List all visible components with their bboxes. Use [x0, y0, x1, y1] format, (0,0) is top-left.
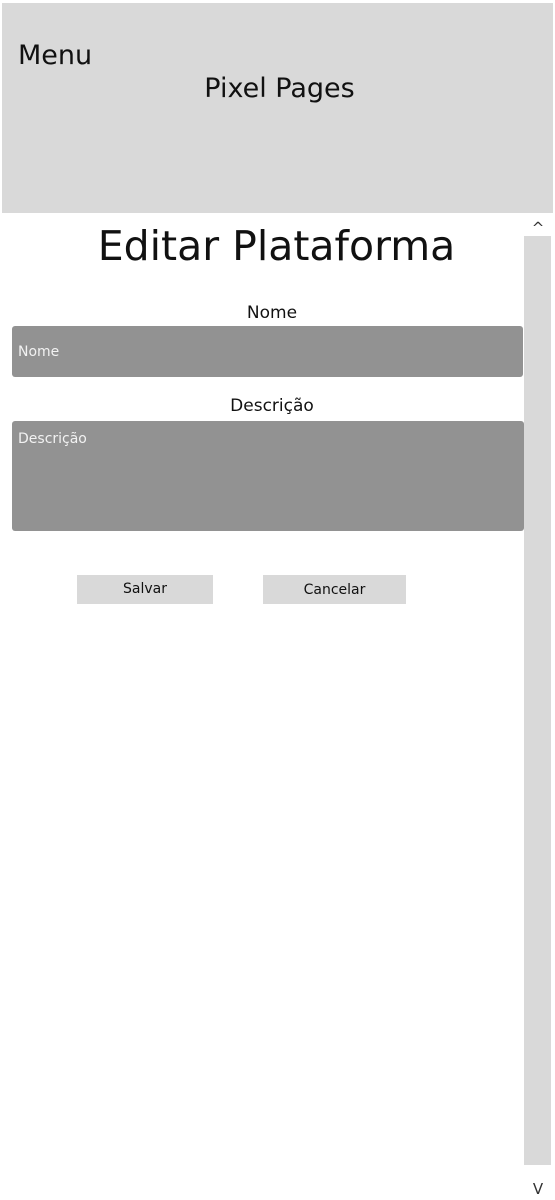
menu-button[interactable]: Menu	[18, 39, 92, 73]
header: Menu	[2, 3, 553, 213]
descricao-label: Descrição	[230, 396, 314, 416]
cancel-button[interactable]: Cancelar	[263, 575, 406, 604]
scrollbar-track[interactable]	[524, 236, 551, 1165]
scroll-up-icon[interactable]: ^	[527, 219, 549, 237]
page: Menu Pixel Pages Editar Plataforma Nome …	[0, 0, 555, 1200]
nome-input[interactable]	[12, 326, 523, 377]
brand-title: Pixel Pages	[204, 73, 355, 104]
scroll-down-icon[interactable]: V	[527, 1180, 549, 1198]
page-title: Editar Plataforma	[97, 222, 456, 270]
save-button[interactable]: Salvar	[77, 575, 213, 604]
nome-label: Nome	[246, 303, 298, 323]
descricao-textarea[interactable]	[12, 421, 524, 531]
